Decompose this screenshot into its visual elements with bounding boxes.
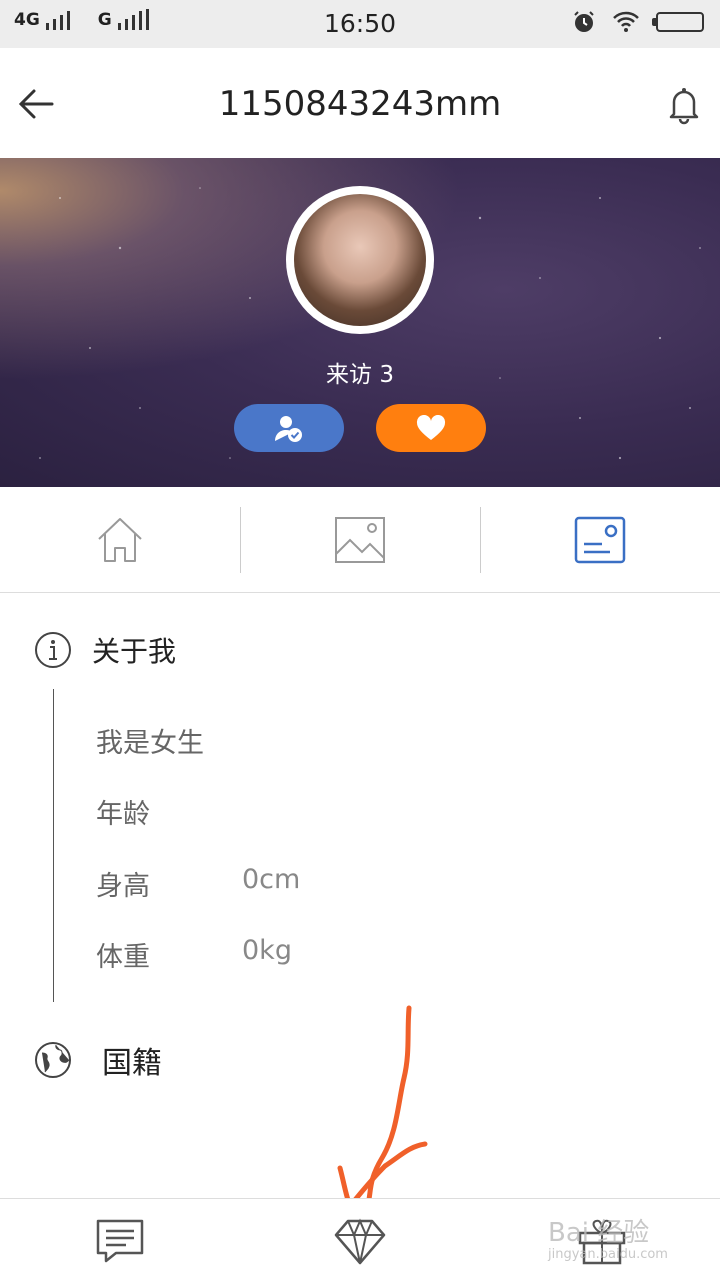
watermark-logo: Bai 经验 jingyan.baidu.com — [548, 1212, 668, 1262]
wifi-icon — [613, 11, 639, 32]
watermark-url: jingyan.baidu.com — [548, 1247, 668, 1262]
page-title: 1150843243mm — [218, 84, 502, 124]
home-icon — [98, 518, 142, 562]
follow-button[interactable] — [234, 404, 344, 452]
top-bar: 1150843243mm — [0, 48, 720, 158]
info-value: 0kg — [242, 935, 292, 966]
nationality-title: 国籍 — [102, 1046, 162, 1081]
tab-photos[interactable] — [240, 487, 480, 593]
status-bar: 4G G 16:50 — [0, 0, 720, 48]
like-button[interactable] — [376, 404, 486, 452]
bell-icon[interactable] — [662, 82, 706, 126]
about-title: 关于我 — [92, 635, 177, 668]
profile-banner: 来访 3 — [0, 158, 720, 487]
info-row-gender: 我是女生 — [96, 721, 204, 760]
info-label: 我是女生 — [96, 728, 204, 759]
tab-home[interactable] — [0, 487, 240, 593]
info-label: 身高 — [96, 871, 150, 902]
alarm-icon — [574, 11, 594, 32]
about-section-header: 关于我 — [34, 630, 176, 670]
timeline-line — [53, 689, 54, 1002]
visits-count: 来访 3 — [326, 362, 394, 388]
user-check-icon — [275, 416, 302, 442]
annotation-arrow-icon — [337, 1005, 428, 1211]
info-value: 0cm — [242, 864, 301, 895]
profile-card-icon — [574, 516, 626, 564]
heart-icon — [416, 415, 446, 440]
info-row-height: 身高 0cm — [96, 864, 300, 903]
info-row-weight: 体重 0kg — [96, 935, 292, 974]
image-icon — [335, 517, 385, 563]
watermark-text: Bai 经验 — [548, 1218, 650, 1248]
profile-tabs — [0, 487, 720, 593]
nationality-section-header: 国籍 — [34, 1038, 162, 1082]
info-label: 体重 — [96, 942, 150, 973]
diamond-icon[interactable] — [334, 1215, 386, 1267]
avatar-photo — [294, 194, 426, 326]
battery-icon — [652, 12, 704, 32]
info-row-age: 年龄 — [96, 792, 150, 831]
info-label: 年龄 — [96, 799, 150, 830]
system-icons — [572, 10, 704, 34]
globe-icon — [35, 1042, 71, 1078]
tab-profile-info[interactable] — [480, 487, 720, 593]
info-icon — [35, 632, 71, 668]
avatar[interactable] — [286, 186, 434, 334]
chat-icon[interactable] — [94, 1215, 146, 1267]
